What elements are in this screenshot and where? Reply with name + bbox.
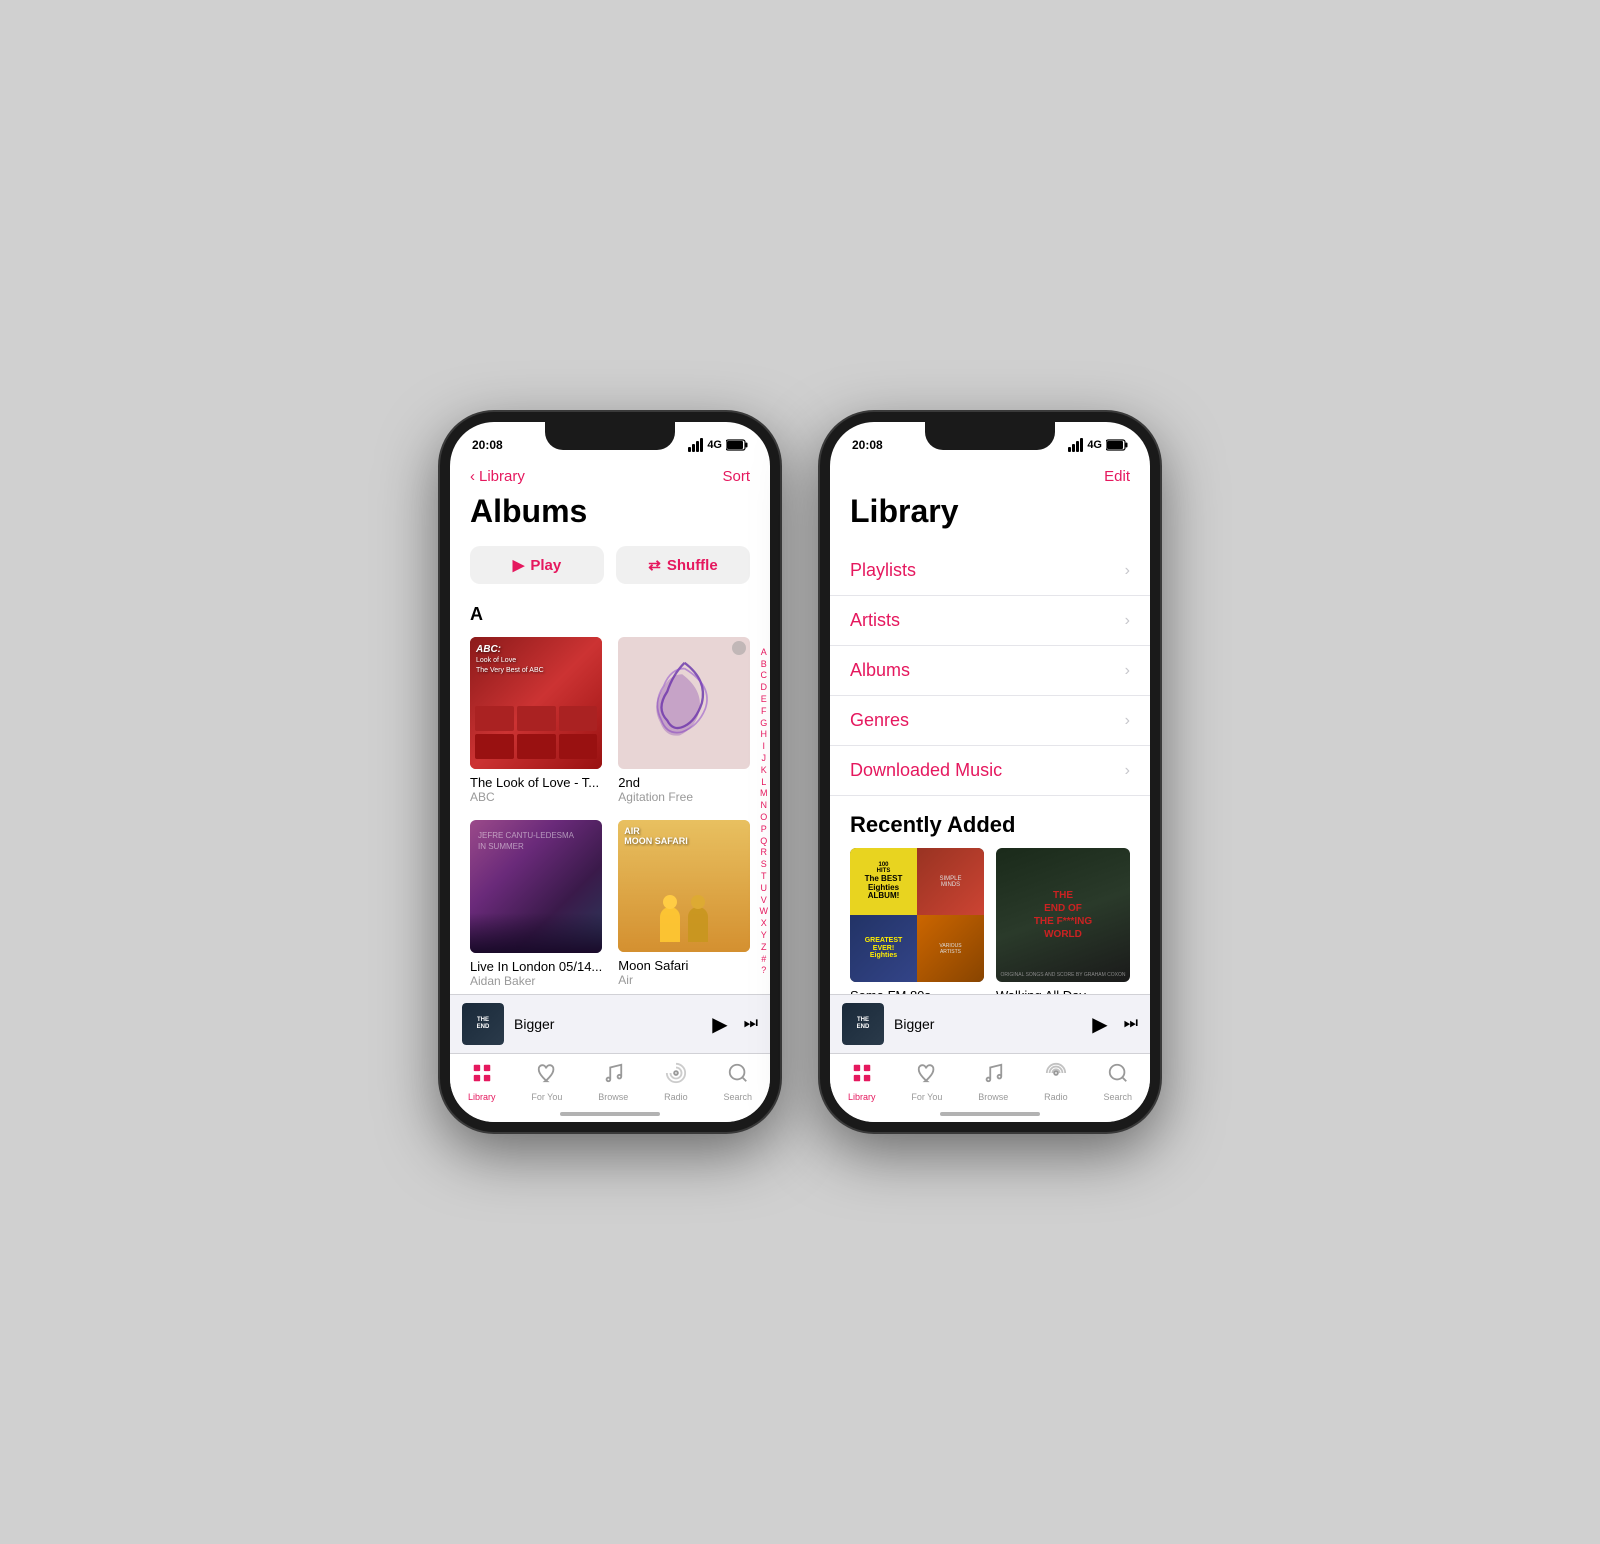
tab-label-radio-left: Radio xyxy=(664,1092,688,1102)
search-icon-right xyxy=(1107,1062,1129,1090)
tab-for-you-right[interactable]: For You xyxy=(911,1062,942,1102)
album-artist: Agitation Free xyxy=(618,790,750,804)
library-item-genres[interactable]: Genres › xyxy=(830,696,1150,746)
back-button-left[interactable]: ‹ Library xyxy=(470,468,525,485)
heart-icon-left xyxy=(536,1062,558,1090)
time-right: 20:08 xyxy=(852,438,883,452)
tab-label-library-right: Library xyxy=(848,1092,876,1102)
nav-bar-left: ‹ Library Sort xyxy=(450,460,770,493)
tab-browse-left[interactable]: Browse xyxy=(598,1062,628,1102)
list-item[interactable]: 100HITSThe BESTEightiesALBUM! SIMPLEMIND… xyxy=(850,848,984,994)
agitation-art xyxy=(645,657,724,749)
album-name: The Look of Love - T... xyxy=(470,775,602,790)
album-grid: ABC:Look of LoveThe Very Best of ABC The… xyxy=(450,629,770,994)
tab-label-for-you-left: For You xyxy=(531,1092,562,1102)
tab-label-radio-right: Radio xyxy=(1044,1092,1068,1102)
tab-label-browse-left: Browse xyxy=(598,1092,628,1102)
edit-button[interactable]: Edit xyxy=(1104,468,1130,485)
albums-title: Albums xyxy=(450,493,770,546)
tab-label-library-left: Library xyxy=(468,1092,496,1102)
tab-for-you-left[interactable]: For You xyxy=(531,1062,562,1102)
search-icon-left xyxy=(727,1062,749,1090)
signal-bars-right xyxy=(1068,438,1083,452)
library-item-artists[interactable]: Artists › xyxy=(830,596,1150,646)
tab-label-for-you-right: For You xyxy=(911,1092,942,1102)
nav-bar-right: Edit xyxy=(830,460,1150,493)
chevron-icon: › xyxy=(1125,762,1130,780)
tab-label-search-left: Search xyxy=(724,1092,753,1102)
home-indicator-right xyxy=(940,1112,1040,1116)
recent-albums: 100HITSThe BESTEightiesALBUM! SIMPLEMIND… xyxy=(830,848,1150,994)
signal-bars-left xyxy=(688,438,703,452)
radio-icon-left xyxy=(665,1062,687,1090)
mini-title-left: Bigger xyxy=(514,1016,702,1032)
library-list: Playlists › Artists › Albums › Genres › … xyxy=(830,546,1150,994)
library-item-downloaded[interactable]: Downloaded Music › xyxy=(830,746,1150,796)
mini-next-button-left[interactable]: ⏭ xyxy=(744,1015,758,1033)
phone-left: 20:08 4G ‹ Librar xyxy=(440,412,780,1132)
album-name: 2nd xyxy=(618,775,750,790)
network-right: 4G xyxy=(1087,439,1102,451)
recently-added-title: Recently Added xyxy=(830,796,1150,848)
album-artist: ABC xyxy=(470,790,602,804)
mini-player-right[interactable]: THEEND Bigger ▶ ⏭ xyxy=(830,994,1150,1053)
album-artist: Aidan Baker xyxy=(470,974,602,988)
library-item-playlists[interactable]: Playlists › xyxy=(830,546,1150,596)
chevron-icon: › xyxy=(1125,562,1130,580)
section-letter-a: A xyxy=(450,600,770,629)
mini-controls-left: ▶ ⏭ xyxy=(712,1012,758,1037)
phone-right: 20:08 4G Edit Library xyxy=(820,412,1160,1132)
list-item[interactable]: JEFRE CANTU-LEDESMAIN SUMMER Live In Lon… xyxy=(470,820,602,987)
list-item[interactable]: THEEND OFTHE F***INGWORLD ORIGINAL SONGS… xyxy=(996,848,1130,994)
mini-thumb-left: THEEND xyxy=(462,1003,504,1045)
alphabet-scroll[interactable]: A B C D E F G H I J K L M N O P Q R S T xyxy=(758,629,771,994)
library-title: Library xyxy=(830,493,1150,546)
playback-buttons: ▶ Play ⇄ Shuffle xyxy=(450,546,770,600)
tab-label-browse-right: Browse xyxy=(978,1092,1008,1102)
browse-icon-right xyxy=(982,1062,1004,1090)
album-artist: Air xyxy=(618,973,750,987)
mini-player-left[interactable]: THEEND Bigger ▶ ⏭ xyxy=(450,994,770,1053)
mini-controls-right: ▶ ⏭ xyxy=(1092,1012,1138,1037)
play-button[interactable]: ▶ Play xyxy=(470,546,604,584)
list-item[interactable]: ABC:Look of LoveThe Very Best of ABC The… xyxy=(470,637,602,804)
library-icon xyxy=(471,1062,493,1090)
shuffle-button[interactable]: ⇄ Shuffle xyxy=(616,546,750,584)
home-indicator-left xyxy=(560,1112,660,1116)
chevron-icon: › xyxy=(1125,662,1130,680)
tab-library-left[interactable]: Library xyxy=(468,1062,496,1102)
play-icon: ▶ xyxy=(513,556,525,574)
library-icon-right xyxy=(851,1062,873,1090)
album-name: Moon Safari xyxy=(618,958,750,973)
battery-right xyxy=(1106,439,1128,451)
sort-button[interactable]: Sort xyxy=(722,468,750,485)
network-left: 4G xyxy=(707,439,722,451)
tab-search-right[interactable]: Search xyxy=(1104,1062,1133,1102)
tab-radio-left[interactable]: Radio xyxy=(664,1062,688,1102)
tab-search-left[interactable]: Search xyxy=(724,1062,753,1102)
browse-icon-left xyxy=(602,1062,624,1090)
chevron-icon: › xyxy=(1125,712,1130,730)
notch-right xyxy=(925,422,1055,450)
time-left: 20:08 xyxy=(472,438,503,452)
radio-icon-right xyxy=(1045,1062,1067,1090)
tab-label-search-right: Search xyxy=(1104,1092,1133,1102)
tab-radio-right[interactable]: Radio xyxy=(1044,1062,1068,1102)
mini-title-right: Bigger xyxy=(894,1016,1082,1032)
list-item[interactable]: 2nd Agitation Free xyxy=(618,637,750,804)
notch-left xyxy=(545,422,675,450)
library-item-albums[interactable]: Albums › xyxy=(830,646,1150,696)
chevron-icon: › xyxy=(1125,612,1130,630)
heart-icon-right xyxy=(916,1062,938,1090)
mini-play-button-right[interactable]: ▶ xyxy=(1092,1012,1107,1037)
mini-next-button-right[interactable]: ⏭ xyxy=(1124,1015,1138,1033)
mini-play-button-left[interactable]: ▶ xyxy=(712,1012,727,1037)
mini-thumb-right: THEEND xyxy=(842,1003,884,1045)
battery-left xyxy=(726,439,748,451)
tab-browse-right[interactable]: Browse xyxy=(978,1062,1008,1102)
list-item[interactable]: AIRMOON SAFARI xyxy=(618,820,750,987)
shuffle-icon: ⇄ xyxy=(648,556,661,574)
album-name: Live In London 05/14... xyxy=(470,959,602,974)
tab-library-right[interactable]: Library xyxy=(848,1062,876,1102)
